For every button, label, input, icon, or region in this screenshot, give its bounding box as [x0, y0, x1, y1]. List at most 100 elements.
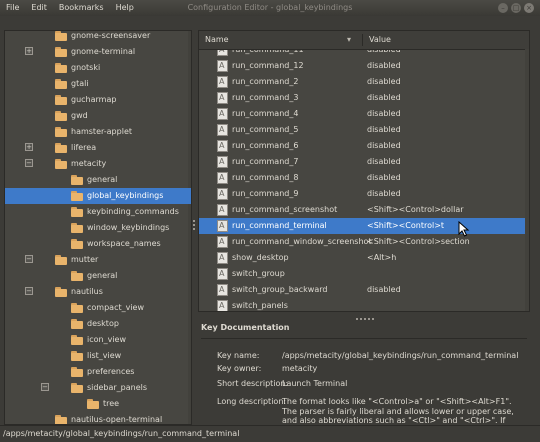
- tree-item[interactable]: workspace_names: [5, 236, 191, 252]
- menu-edit[interactable]: Edit: [25, 0, 53, 16]
- list-row[interactable]: Arun_command_4 disabled: [199, 106, 529, 122]
- key-name-value: /apps/metacity/global_keybindings/run_co…: [282, 351, 519, 360]
- folder-icon: [71, 319, 83, 329]
- key-name: switch_group: [232, 269, 285, 278]
- tree-item[interactable]: gnotski: [5, 60, 191, 76]
- key-entry-icon: A: [217, 92, 228, 104]
- key-value[interactable]: disabled: [367, 122, 401, 138]
- list-row[interactable]: Arun_command_7 disabled: [199, 154, 529, 170]
- list-row[interactable]: Arun_command_12 disabled: [199, 58, 529, 74]
- tree-item[interactable]: global_keybindings: [5, 188, 191, 204]
- vertical-splitter-handle[interactable]: [193, 220, 196, 234]
- key-value[interactable]: disabled: [367, 90, 401, 106]
- key-value[interactable]: disabled: [367, 106, 401, 122]
- directory-tree[interactable]: gnome-screensaver + gnome-terminal gnotski g…: [4, 30, 192, 425]
- tree-item[interactable]: hamster-applet: [5, 124, 191, 140]
- collapse-icon[interactable]: −: [41, 383, 49, 391]
- short-description-label: Short description:: [217, 379, 289, 388]
- collapse-icon[interactable]: −: [25, 159, 33, 167]
- mouse-pointer-icon: [458, 221, 470, 237]
- tree-item[interactable]: compact_view: [5, 300, 191, 316]
- collapse-icon[interactable]: −: [25, 255, 33, 263]
- menu-file[interactable]: File: [0, 0, 25, 16]
- tree-item[interactable]: general: [5, 172, 191, 188]
- key-name: run_command_terminal: [232, 221, 327, 230]
- close-icon[interactable]: ×: [524, 3, 534, 13]
- tree-item[interactable]: keybinding_commands: [5, 204, 191, 220]
- key-value[interactable]: disabled: [367, 282, 401, 298]
- tree-item[interactable]: preferences: [5, 364, 191, 380]
- column-header-name[interactable]: Name: [205, 31, 229, 49]
- tree-item-label: mutter: [71, 255, 99, 264]
- list-row[interactable]: Aswitch_group_backward disabled: [199, 282, 529, 298]
- key-entry-icon: A: [217, 284, 228, 296]
- key-name: run_command_8: [232, 173, 299, 182]
- tree-item-label: nautilus: [71, 287, 103, 296]
- key-value[interactable]: <Shift><Control>t: [367, 218, 444, 234]
- tree-item[interactable]: gnome-screensaver: [5, 31, 191, 44]
- list-row[interactable]: Arun_command_terminal <Shift><Control>t: [199, 218, 529, 234]
- list-row[interactable]: Ashow_desktop <Alt>h: [199, 250, 529, 266]
- tree-item[interactable]: − nautilus: [5, 284, 191, 300]
- expand-icon[interactable]: +: [25, 47, 33, 55]
- tree-item[interactable]: − metacity: [5, 156, 191, 172]
- tree-item[interactable]: list_view: [5, 348, 191, 364]
- key-entry-icon: A: [217, 204, 228, 216]
- tree-item[interactable]: general: [5, 268, 191, 284]
- folder-icon: [55, 111, 67, 121]
- list-row[interactable]: Arun_command_9 disabled: [199, 186, 529, 202]
- list-row[interactable]: Arun_command_3 disabled: [199, 90, 529, 106]
- list-row[interactable]: Aswitch_panels: [199, 298, 529, 311]
- collapse-icon[interactable]: −: [25, 287, 33, 295]
- key-value[interactable]: disabled: [367, 58, 401, 74]
- key-name: switch_panels: [232, 301, 288, 310]
- key-entry-icon: A: [217, 60, 228, 72]
- list-row[interactable]: Arun_command_window_screenshot <Shift><Co…: [199, 234, 529, 250]
- folder-icon: [71, 367, 83, 377]
- folder-icon: [55, 79, 67, 89]
- tree-item[interactable]: tree: [5, 396, 191, 412]
- list-row[interactable]: Arun_command_screenshot <Shift><Control>d…: [199, 202, 529, 218]
- list-row[interactable]: Aswitch_group: [199, 266, 529, 282]
- key-list[interactable]: Arun_command_11disabledArun_command_12di…: [198, 30, 530, 312]
- maximize-icon[interactable]: □: [511, 3, 521, 13]
- key-value[interactable]: <Alt>h: [367, 250, 396, 266]
- list-row[interactable]: Arun_command_8 disabled: [199, 170, 529, 186]
- tree-item[interactable]: + gnome-terminal: [5, 44, 191, 60]
- tree-item-label: list_view: [87, 351, 122, 360]
- key-value[interactable]: disabled: [367, 138, 401, 154]
- key-entry-icon: A: [217, 76, 228, 88]
- menu-bookmarks[interactable]: Bookmarks: [53, 0, 110, 16]
- key-value[interactable]: disabled: [367, 154, 401, 170]
- key-owner-label: Key owner:: [217, 364, 262, 373]
- tree-item[interactable]: icon_view: [5, 332, 191, 348]
- expand-icon[interactable]: +: [25, 143, 33, 151]
- key-value[interactable]: disabled: [367, 74, 401, 90]
- tree-item[interactable]: − sidebar_panels: [5, 380, 191, 396]
- tree-item[interactable]: gucharmap: [5, 92, 191, 108]
- key-value[interactable]: <Shift><Control>section: [367, 234, 470, 250]
- tree-item[interactable]: + liferea: [5, 140, 191, 156]
- key-documentation-panel: Key Documentation Key name: /apps/metaci…: [198, 320, 530, 425]
- list-row[interactable]: Arun_command_6 disabled: [199, 138, 529, 154]
- menu-help[interactable]: Help: [110, 0, 140, 16]
- tree-item[interactable]: nautilus-open-terminal: [5, 412, 191, 424]
- column-header-value[interactable]: Value: [369, 31, 391, 49]
- key-name: run_command_9: [232, 189, 299, 198]
- key-name: run_command_5: [232, 125, 299, 134]
- tree-item[interactable]: gwd: [5, 108, 191, 124]
- tree-item[interactable]: window_keybindings: [5, 220, 191, 236]
- tree-item[interactable]: gtali: [5, 76, 191, 92]
- sort-chevron-down-icon[interactable]: ▾: [347, 31, 351, 49]
- key-entry-icon: A: [217, 124, 228, 136]
- list-row[interactable]: Arun_command_5 disabled: [199, 122, 529, 138]
- long-description-label: Long description:: [217, 397, 287, 406]
- key-value[interactable]: <Shift><Control>dollar: [367, 202, 464, 218]
- list-row[interactable]: Arun_command_2 disabled: [199, 74, 529, 90]
- tree-item[interactable]: desktop: [5, 316, 191, 332]
- list-scrollbar[interactable]: [525, 49, 529, 311]
- tree-item[interactable]: − mutter: [5, 252, 191, 268]
- minimize-icon[interactable]: –: [498, 3, 508, 13]
- key-value[interactable]: disabled: [367, 170, 401, 186]
- key-value[interactable]: disabled: [367, 186, 401, 202]
